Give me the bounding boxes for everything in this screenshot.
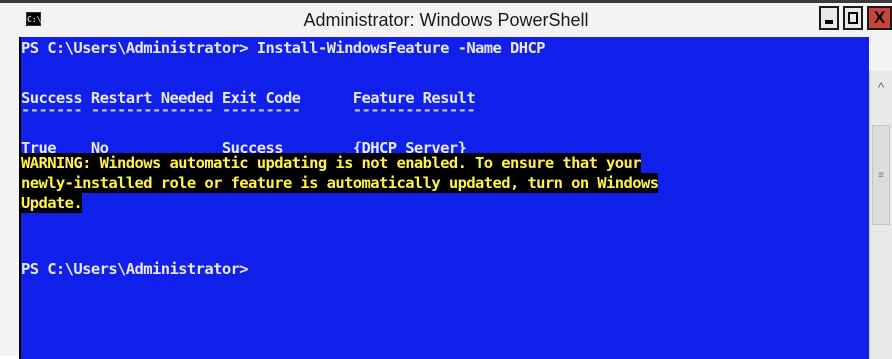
close-button[interactable]: X xyxy=(867,6,892,30)
window-title: Administrator: Windows PowerShell xyxy=(303,10,589,30)
warning-line-1: WARNING: Windows automatic updating is n… xyxy=(21,153,642,173)
warning-line-2: newly-installed role or feature is autom… xyxy=(21,173,659,193)
table-header-dashes: ------- -------------- --------- -------… xyxy=(21,101,476,119)
title-bar[interactable]: C:\. Administrator: Windows PowerShell X xyxy=(0,3,892,37)
scroll-thumb[interactable]: ≡ xyxy=(872,125,890,225)
console-output[interactable]: PS C:\Users\Administrator> Install-Windo… xyxy=(19,37,869,359)
grip-icon: ≡ xyxy=(878,170,884,181)
scroll-up-arrow-icon[interactable]: ^ xyxy=(870,79,892,97)
maximize-button[interactable] xyxy=(843,6,863,30)
powershell-window: C:\. Administrator: Windows PowerShell X… xyxy=(0,0,892,359)
command-line: PS C:\Users\Administrator> Install-Windo… xyxy=(21,39,546,57)
vertical-scrollbar[interactable]: ^ ≡ xyxy=(869,71,892,359)
final-prompt[interactable]: PS C:\Users\Administrator> xyxy=(21,259,249,279)
minimize-button[interactable] xyxy=(819,6,839,30)
warning-line-3: Update. xyxy=(21,193,83,213)
